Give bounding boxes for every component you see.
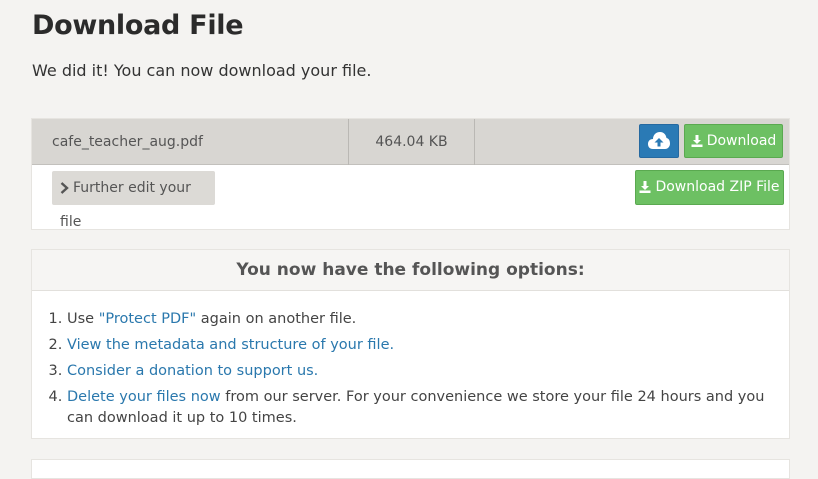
file-row: cafe_teacher_aug.pdf 464.04 KB Download (32, 119, 789, 165)
option-text: Use (67, 311, 99, 327)
further-edit-label: Further edit your file (60, 180, 191, 230)
download-icon (691, 135, 703, 147)
file-size: 464.04 KB (348, 119, 475, 165)
list-item: View the metadata and structure of your … (67, 335, 787, 356)
download-icon (639, 181, 651, 193)
next-panel (31, 459, 790, 479)
options-panel: You now have the following options: Use … (31, 249, 790, 439)
list-item: Consider a donation to support us. (67, 361, 787, 382)
cloud-upload-icon (648, 132, 670, 149)
list-item: Use "Protect PDF" again on another file. (67, 309, 787, 330)
download-button[interactable]: Download (684, 124, 783, 158)
download-label: Download (706, 133, 777, 149)
file-panel: cafe_teacher_aug.pdf 464.04 KB Download … (31, 118, 790, 230)
file-name: cafe_teacher_aug.pdf (52, 134, 203, 150)
list-item: Delete your files now from our server. F… (67, 387, 787, 429)
delete-files-link[interactable]: Delete your files now (67, 389, 221, 405)
view-metadata-link[interactable]: View the metadata and structure of your … (67, 337, 394, 353)
cloud-upload-button[interactable] (639, 124, 679, 158)
page-title: Download File (32, 10, 244, 41)
options-list: Use "Protect PDF" again on another file.… (32, 309, 787, 434)
option-text: again on another file. (196, 311, 357, 327)
further-edit-button[interactable]: Further edit your file (52, 171, 215, 230)
donation-link[interactable]: Consider a donation to support us. (67, 363, 318, 379)
download-zip-button[interactable]: Download ZIP File (635, 170, 784, 205)
chevron-right-icon (60, 182, 69, 194)
page-subtitle: We did it! You can now download your fil… (32, 61, 372, 80)
protect-pdf-link[interactable]: "Protect PDF" (99, 311, 196, 327)
download-zip-label: Download ZIP File (655, 179, 780, 195)
options-heading: You now have the following options: (32, 250, 789, 291)
